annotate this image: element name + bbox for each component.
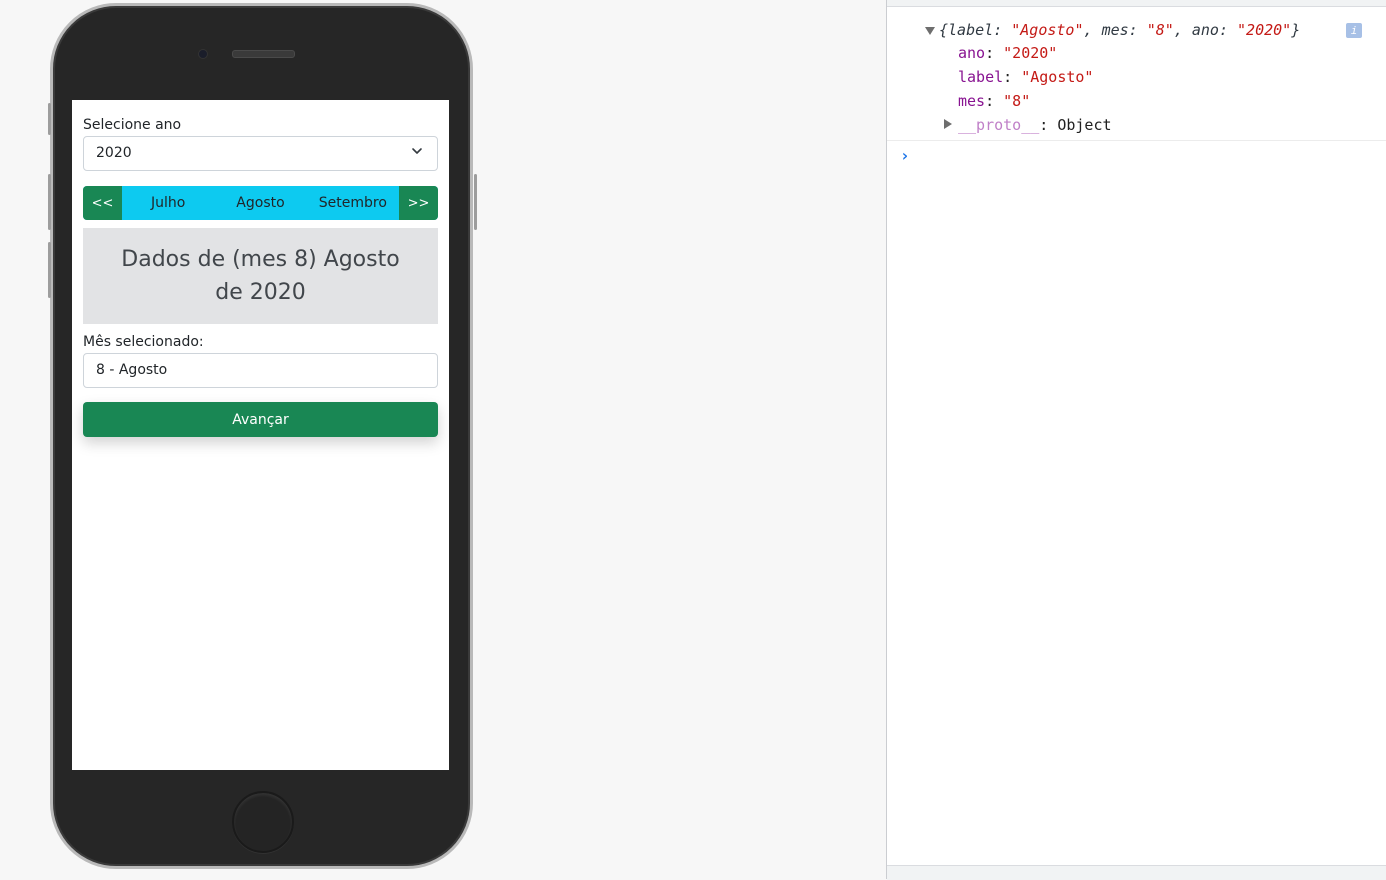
- console-prompt-icon[interactable]: ›: [900, 146, 910, 165]
- console-prop-proto[interactable]: __proto__: Object: [958, 116, 1112, 134]
- chevron-down-icon: [412, 148, 422, 154]
- prop-value: "2020": [1003, 44, 1058, 62]
- summary-value-ano: "2020": [1237, 21, 1292, 39]
- month-info-text: Dados de (mes 8) Agosto de 2020: [121, 247, 400, 305]
- prop-value: "8": [1003, 92, 1031, 110]
- prev-month-button[interactable]: <<: [83, 186, 122, 220]
- prop-key: mes: [958, 92, 986, 110]
- phone-power-button: [474, 174, 477, 230]
- summary-value-label: "Agosto": [1011, 21, 1084, 39]
- phone-mockup: Selecione ano 2020 << Julho Agosto Setem…: [48, 3, 477, 869]
- prop-key: label: [958, 68, 1004, 86]
- console-prop-label: label: "Agosto": [958, 68, 1094, 86]
- phone-home-button: [232, 791, 294, 853]
- info-icon[interactable]: i: [1346, 23, 1362, 38]
- month-option-julho[interactable]: Julho: [122, 186, 214, 220]
- summary-value-mes: "8": [1146, 21, 1174, 39]
- phone-volume-down: [48, 242, 51, 298]
- proto-key: __proto__: [958, 116, 1040, 134]
- summary-key-ano: ano: [1191, 21, 1219, 39]
- month-option-setembro[interactable]: Setembro: [307, 186, 399, 220]
- phone-screen: Selecione ano 2020 << Julho Agosto Setem…: [72, 100, 449, 770]
- phone-volume-up: [48, 174, 51, 230]
- phone-camera: [198, 49, 208, 59]
- devtools-toolbar: [887, 0, 1386, 7]
- collapse-triangle-icon[interactable]: [925, 27, 935, 35]
- year-label: Selecione ano: [83, 117, 182, 133]
- expand-triangle-icon[interactable]: [944, 119, 952, 129]
- console-divider: [887, 140, 1386, 141]
- selected-month-field[interactable]: 8 - Agosto: [83, 353, 438, 388]
- month-option-agosto[interactable]: Agosto: [214, 186, 306, 220]
- console-object-summary[interactable]: {label: "Agosto", mes: "8", ano: "2020"}: [939, 21, 1300, 39]
- console-prop-ano: ano: "2020": [958, 44, 1058, 62]
- advance-button[interactable]: Avançar: [83, 402, 438, 437]
- summary-close-brace: }: [1291, 21, 1301, 39]
- proto-value: Object: [1057, 116, 1112, 134]
- month-navigation: << Julho Agosto Setembro >>: [83, 186, 438, 220]
- summary-key-mes: mes: [1101, 21, 1129, 39]
- summary-key-label: label: [948, 21, 994, 39]
- next-month-button[interactable]: >>: [398, 186, 438, 220]
- console-prop-mes: mes: "8": [958, 92, 1031, 110]
- summary-open-brace: {: [939, 21, 949, 39]
- devtools-drawer-bar: [887, 865, 1386, 880]
- phone-speaker: [232, 50, 295, 58]
- month-info-panel: Dados de (mes 8) Agosto de 2020: [83, 228, 438, 324]
- year-select[interactable]: 2020: [83, 136, 438, 171]
- prop-value: "Agosto": [1021, 68, 1094, 86]
- phone-mute-switch: [48, 103, 51, 135]
- devtools-console-panel: {label: "Agosto", mes: "8", ano: "2020"}…: [886, 0, 1386, 880]
- selected-month-label: Mês selecionado:: [83, 334, 204, 350]
- prop-key: ano: [958, 44, 986, 62]
- year-select-value: 2020: [96, 145, 132, 161]
